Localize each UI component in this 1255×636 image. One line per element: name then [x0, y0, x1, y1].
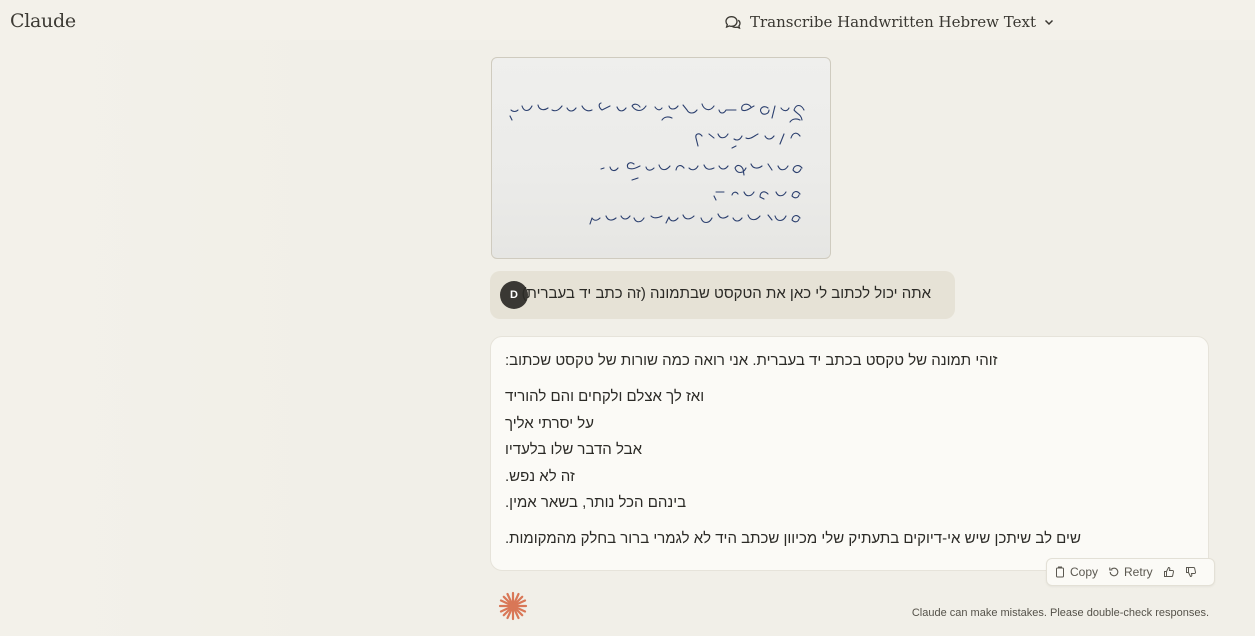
conversation-title-text: Transcribe Handwritten Hebrew Text	[750, 13, 1036, 31]
thumbs-up-icon[interactable]	[1163, 566, 1175, 578]
chevron-down-icon[interactable]	[1044, 18, 1054, 26]
transcription-line: על יסרתי אליך	[505, 415, 594, 432]
retry-button[interactable]: Retry	[1108, 565, 1153, 579]
handwriting-drawing	[509, 102, 805, 225]
transcription-line: זה לא נפש.	[505, 468, 575, 485]
attached-handwriting-image[interactable]	[491, 57, 831, 259]
transcription-line: ואז לך אצלם ולקחים והם להוריד	[505, 388, 705, 405]
reply-note: שים לב שיתכן שיש אי-דיוקים בתעתיק שלי מכ…	[505, 530, 1081, 547]
retry-icon	[1108, 566, 1120, 578]
copy-icon	[1055, 566, 1066, 578]
copy-label: Copy	[1070, 565, 1099, 579]
transcription-line: אבל הדבר שלו בלעדיו	[505, 441, 642, 458]
reply-intro: זוהי תמונה של טקסט בכתב יד בעברית. אני ר…	[505, 352, 998, 369]
copy-button[interactable]: Copy	[1055, 565, 1098, 579]
app-brand[interactable]: Claude	[10, 10, 76, 32]
user-message-text: אתה יכול לכתוב לי כאן את הטקסט שבתמונה (…	[521, 285, 931, 302]
assistant-message: זוהי תמונה של טקסט בכתב יד בעברית. אני ר…	[490, 336, 1209, 571]
thumbs-down-icon[interactable]	[1185, 566, 1197, 578]
retry-label: Retry	[1124, 565, 1153, 579]
claude-spark-icon	[498, 591, 528, 621]
message-actions: Copy Retry	[1046, 558, 1215, 586]
disclaimer-text: Claude can make mistakes. Please double-…	[911, 607, 1209, 619]
transcription-line: בינהם הכל נותר, בשאר אמין.	[505, 494, 687, 511]
conversation-title[interactable]: Transcribe Handwritten Hebrew Text	[724, 11, 1054, 33]
user-message: D אתה יכול לכתוב לי כאן את הטקסט שבתמונה…	[490, 271, 955, 319]
chat-bubbles-icon	[724, 14, 742, 30]
